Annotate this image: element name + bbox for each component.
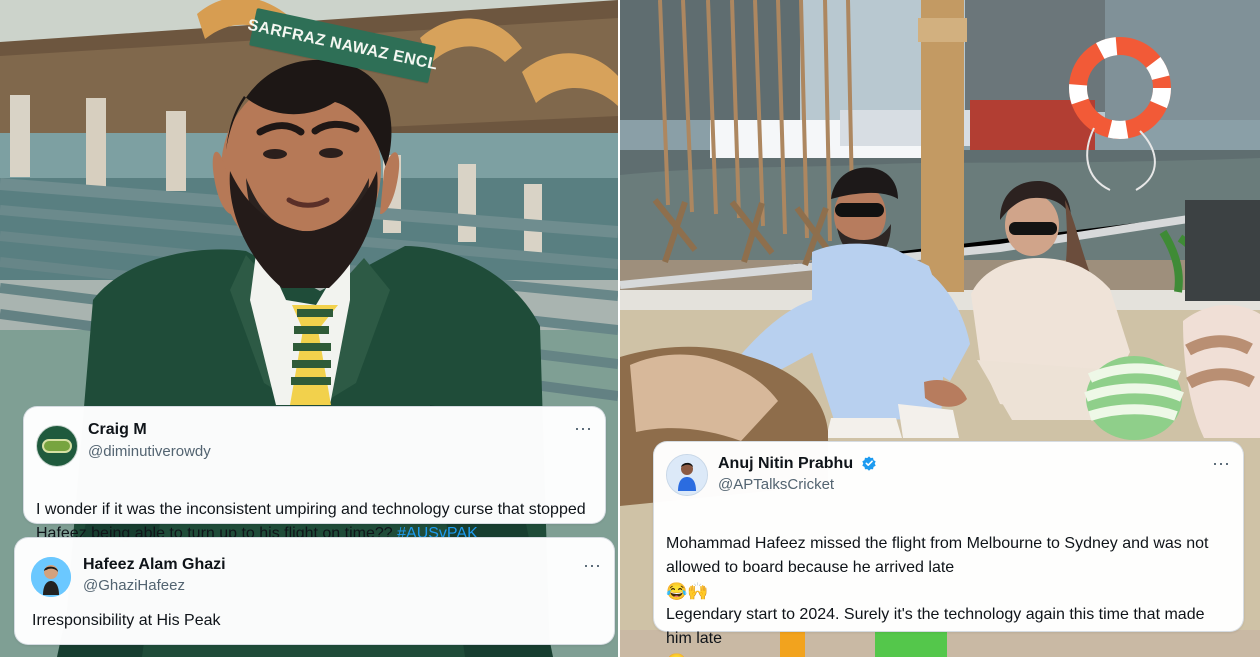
avatar	[666, 454, 708, 496]
more-options-button[interactable]: ⋯	[582, 556, 602, 576]
left-photo-panel: SARFRAZ NAWAZ ENCL Craig M @diminutivero…	[0, 0, 618, 657]
tweet-text-body: I wonder if it was the inconsistent umpi…	[36, 501, 586, 542]
profile-photo-icon	[31, 557, 71, 597]
author-name: Hafeez Alam Ghazi	[83, 556, 226, 573]
more-options-button[interactable]: ⋯	[573, 419, 593, 439]
author-handle: @APTalksCricket	[718, 476, 835, 493]
tweet-collage: SARFRAZ NAWAZ ENCL Craig M @diminutivero…	[0, 0, 1260, 657]
more-horizontal-icon: ⋯	[574, 419, 592, 439]
avatar	[36, 425, 78, 467]
author-name: Anuj Nitin Prabhu	[718, 455, 854, 472]
tweet-card-hafeez-alam[interactable]: Hafeez Alam Ghazi @GhaziHafeez ⋯ Irrespo…	[14, 537, 615, 645]
author-handle: @diminutiverowdy	[88, 443, 211, 460]
tweet-text-line-1: Mohammad Hafeez missed the flight from M…	[666, 535, 1209, 576]
tweet-text: I wonder if it was the inconsistent umpi…	[36, 474, 594, 546]
author-handle: @GhaziHafeez	[83, 577, 185, 594]
tweet-card-craig[interactable]: Craig M @diminutiverowdy ⋯ I wonder if i…	[23, 406, 606, 542]
club-logo-icon	[42, 439, 72, 453]
tweet-text: Irresponsibility at His Peak	[32, 612, 221, 629]
more-horizontal-icon: ⋯	[583, 556, 601, 576]
hand-over-mouth-emoji: 🤭	[666, 653, 687, 657]
more-options-button[interactable]: ⋯	[1211, 454, 1231, 474]
tweet-card-anuj[interactable]: Anuj Nitin Prabhu @APTalksCricket ⋯ Moha…	[653, 441, 1244, 657]
profile-photo-icon	[667, 455, 707, 495]
tweet-text-line-2: Legendary start to 2024. Surely it's the…	[666, 606, 1205, 647]
verified-badge-icon	[862, 456, 876, 471]
right-photo-panel: Anuj Nitin Prabhu @APTalksCricket ⋯ Moha…	[620, 0, 1260, 657]
author-name: Craig M	[88, 421, 147, 438]
tweet-text-paragraph-2: Legendary start to 2024. Surely it's the…	[666, 579, 1228, 657]
more-horizontal-icon: ⋯	[1212, 454, 1230, 474]
avatar	[31, 557, 71, 597]
